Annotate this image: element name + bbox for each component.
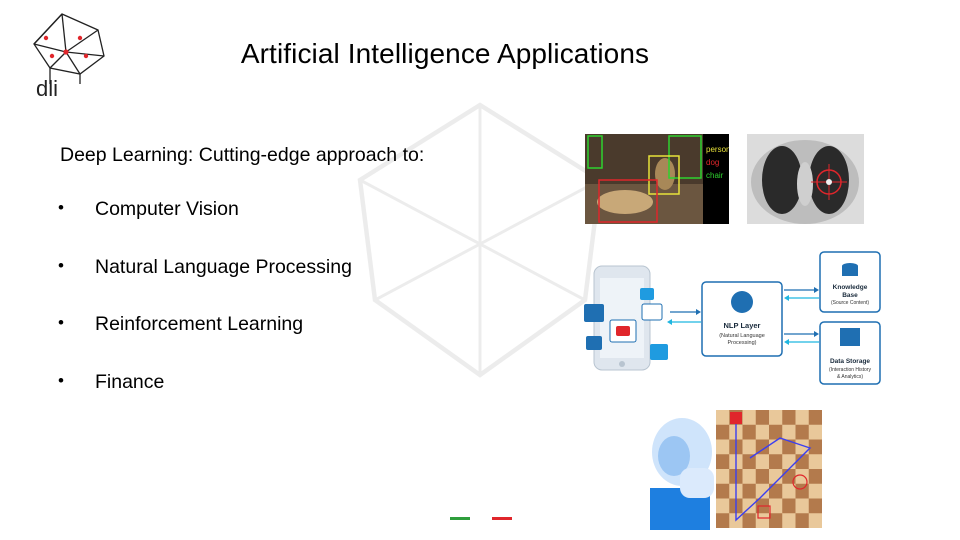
chess-square xyxy=(782,410,796,425)
chess-square xyxy=(755,410,769,425)
chess-square xyxy=(716,424,730,440)
chess-square xyxy=(782,439,796,455)
chess-square xyxy=(742,513,756,528)
bullet-label-finance: Finance xyxy=(95,370,165,393)
nlp-diagram: NLP Layer (Natural Language Processing) … xyxy=(584,251,881,385)
bullet-label-nlp: Natural Language Processing xyxy=(95,255,352,278)
chess-square xyxy=(808,498,822,514)
chess-square xyxy=(716,454,730,469)
chess-square xyxy=(742,454,756,469)
cv-label-dog: dog xyxy=(706,158,719,167)
kb-title-1: Knowledge xyxy=(833,284,868,291)
kb-title-2: Base xyxy=(842,292,858,299)
chess-square xyxy=(769,513,783,528)
chess-square xyxy=(716,513,730,528)
slide: dli Artificial Intelligence Applications… xyxy=(0,0,960,540)
dli-logo: dli xyxy=(33,13,105,98)
slide-subtitle: Deep Learning: Cutting-edge approach to: xyxy=(60,144,425,166)
bullet-dot: • xyxy=(58,370,64,390)
chess-square xyxy=(742,483,756,499)
kb-sub: (Source Content) xyxy=(831,300,869,306)
ds-sub-2: & Analytics) xyxy=(837,374,863,380)
footer-accent-marks xyxy=(450,517,514,521)
lung-ct-image xyxy=(747,134,864,224)
chess-square xyxy=(742,424,756,440)
chess-square xyxy=(769,483,783,499)
chess-square xyxy=(716,483,730,499)
bullet-label-computer-vision: Computer Vision xyxy=(95,198,239,220)
nlp-center-sub1: (Natural Language xyxy=(719,333,765,339)
chess-square xyxy=(769,454,783,469)
bullet-label-reinforcement-learning: Reinforcement Learning xyxy=(95,313,304,335)
chess-square xyxy=(782,498,796,514)
bullet-dot: • xyxy=(58,313,64,332)
chess-square xyxy=(808,439,822,455)
slide-title: Artificial Intelligence Applications xyxy=(240,38,650,69)
chess-square xyxy=(808,410,822,425)
chess-square xyxy=(769,424,783,440)
chess-square xyxy=(755,469,769,484)
bullet-dot: • xyxy=(58,198,64,217)
cv-label-chair: chair xyxy=(706,171,724,180)
ds-sub-1: (Interaction History xyxy=(829,367,871,373)
robot-chess-image xyxy=(640,408,825,530)
accent-green-mark xyxy=(450,517,470,520)
nlp-center-sub2: Processing) xyxy=(727,340,756,346)
bullet-dot: • xyxy=(58,255,64,275)
chess-square xyxy=(795,513,809,528)
chess-square xyxy=(795,424,809,440)
chess-square xyxy=(795,483,809,499)
cv-label-person: person xyxy=(706,145,729,154)
logo-text: dli xyxy=(36,76,58,98)
nlp-center-title: NLP Layer xyxy=(724,321,761,330)
chess-square xyxy=(808,469,822,484)
ds-title: Data Storage xyxy=(830,358,870,365)
object-detection-image: person dog chair xyxy=(585,134,729,224)
accent-red-mark xyxy=(492,517,512,520)
